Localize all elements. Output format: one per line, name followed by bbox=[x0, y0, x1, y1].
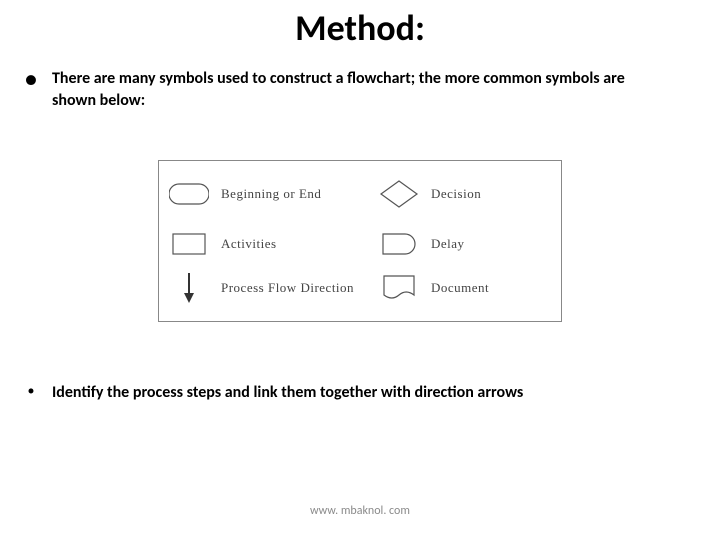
legend-item-activity: Activities bbox=[167, 219, 357, 269]
legend-label: Process Flow Direction bbox=[221, 281, 354, 295]
legend-label: Beginning or End bbox=[221, 187, 321, 201]
slide: Method: • There are many symbols used to… bbox=[0, 0, 720, 540]
legend-label: Document bbox=[431, 281, 489, 295]
bullet-item: • Identify the process steps and link th… bbox=[24, 382, 692, 404]
legend-item-terminator: Beginning or End bbox=[167, 169, 357, 219]
bullet-item: • There are many symbols used to constru… bbox=[24, 68, 692, 112]
flowchart-legend-figure: Beginning or End Activities Process bbox=[158, 160, 562, 322]
legend-item-flow: Process Flow Direction bbox=[167, 269, 357, 307]
legend-label: Activities bbox=[221, 237, 277, 251]
document-icon bbox=[377, 270, 421, 306]
terminator-icon bbox=[167, 176, 211, 212]
legend-left-column: Beginning or End Activities Process bbox=[167, 169, 357, 307]
slide-title: Method: bbox=[0, 6, 720, 50]
legend-label: Delay bbox=[431, 237, 465, 251]
bullet-dot-icon: • bbox=[24, 68, 38, 90]
delay-icon bbox=[377, 226, 421, 262]
legend-right-column: Decision Delay Document bbox=[377, 169, 557, 307]
rectangle-icon bbox=[167, 226, 211, 262]
legend-item-document: Document bbox=[377, 269, 557, 307]
bullet-list: • There are many symbols used to constru… bbox=[24, 68, 692, 122]
legend-item-delay: Delay bbox=[377, 219, 557, 269]
legend-label: Decision bbox=[431, 187, 481, 201]
bullet-text: Identify the process steps and link them… bbox=[52, 382, 523, 404]
arrow-down-icon bbox=[167, 270, 211, 306]
bullet-text: There are many symbols used to construct… bbox=[52, 68, 672, 112]
footer-url: www. mbaknol. com bbox=[0, 504, 720, 518]
bullet-dot-icon: • bbox=[24, 382, 38, 400]
diamond-icon bbox=[377, 176, 421, 212]
bullet-list-2: • Identify the process steps and link th… bbox=[24, 382, 692, 414]
legend-item-decision: Decision bbox=[377, 169, 557, 219]
